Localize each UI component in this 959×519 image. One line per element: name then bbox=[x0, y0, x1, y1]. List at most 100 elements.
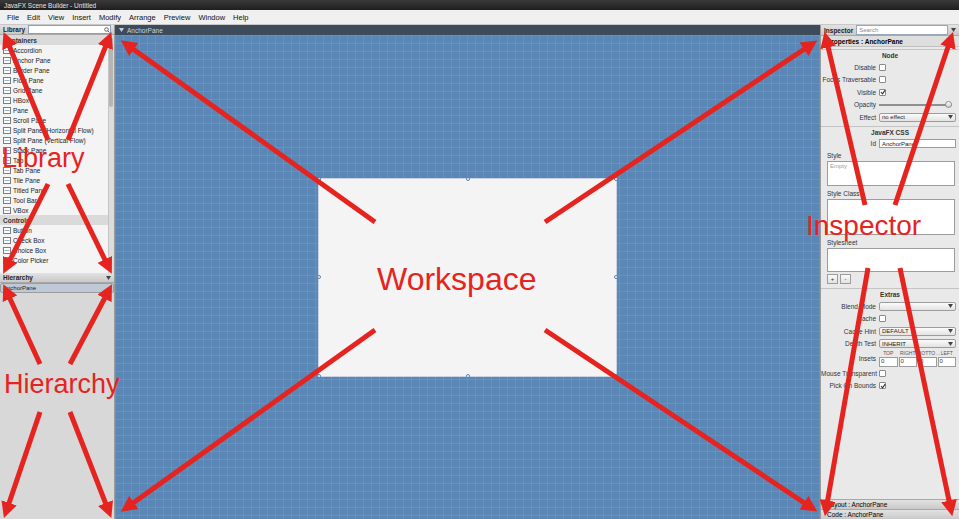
menu-item[interactable]: Arrange bbox=[125, 13, 160, 22]
spacer bbox=[821, 392, 959, 499]
anchor-pane[interactable] bbox=[318, 178, 617, 377]
library-item[interactable]: VBox bbox=[0, 205, 108, 215]
library-item[interactable]: Color Picker bbox=[0, 255, 108, 265]
library-item-label: Anchor Pane bbox=[13, 57, 51, 64]
resize-handle[interactable] bbox=[466, 374, 470, 378]
resize-handle[interactable] bbox=[614, 374, 618, 378]
dropdown[interactable]: INHERIT bbox=[879, 339, 956, 348]
resize-handle[interactable] bbox=[614, 275, 618, 279]
library-item-label: Containers bbox=[3, 37, 37, 44]
list-row: Style Class bbox=[821, 188, 959, 237]
menu-item[interactable]: Window bbox=[194, 13, 229, 22]
window-title: JavaFX Scene Builder - Untitled bbox=[4, 2, 96, 9]
checkbox[interactable] bbox=[879, 89, 886, 96]
library-scrollbar[interactable] bbox=[108, 35, 114, 273]
dropdown[interactable] bbox=[879, 302, 956, 311]
annotation-label: Library bbox=[2, 145, 85, 172]
menu-item[interactable]: File bbox=[3, 13, 23, 22]
slider-track[interactable] bbox=[879, 104, 952, 106]
library-item[interactable]: Scroll Pane bbox=[0, 115, 108, 125]
hierarchy-item[interactable]: AnchorPane bbox=[0, 283, 114, 293]
component-icon bbox=[3, 157, 11, 164]
slider-thumb[interactable] bbox=[945, 101, 952, 108]
library-item[interactable]: Tab Pane bbox=[0, 165, 108, 175]
library-item[interactable]: Pane bbox=[0, 105, 108, 115]
library-item-label: VBox bbox=[13, 207, 29, 214]
resize-handle[interactable] bbox=[466, 177, 470, 181]
menu-item[interactable]: Edit bbox=[23, 13, 44, 22]
library-item[interactable]: Titled Pane bbox=[0, 185, 108, 195]
style-textarea[interactable]: Empty bbox=[827, 161, 955, 186]
menu-item[interactable]: View bbox=[44, 13, 68, 22]
library-item[interactable]: Button bbox=[0, 225, 108, 235]
library-search[interactable] bbox=[28, 25, 111, 34]
library-item[interactable]: Tab bbox=[0, 155, 108, 165]
library-item[interactable]: Tile Pane bbox=[0, 175, 108, 185]
inset-field[interactable]: 0 bbox=[938, 357, 957, 367]
library-item[interactable]: HBox bbox=[0, 95, 108, 105]
component-icon bbox=[3, 117, 11, 124]
dropdown[interactable]: DEFAULT bbox=[879, 327, 956, 336]
checkbox[interactable] bbox=[879, 315, 886, 322]
library-item[interactable]: Split Pane (Vertical Flow) bbox=[0, 135, 108, 145]
library-item[interactable]: Flow Pane bbox=[0, 75, 108, 85]
library-panel: Library ContainersAccordion Anchor PaneBor… bbox=[0, 25, 114, 273]
checkbox[interactable] bbox=[879, 382, 886, 389]
menu-item[interactable]: Help bbox=[229, 13, 252, 22]
menu-item[interactable]: Preview bbox=[160, 13, 195, 22]
hierarchy-header: Hierarchy bbox=[0, 273, 114, 283]
inset-header: RIGHT bbox=[899, 350, 918, 356]
workspace: AnchorPane bbox=[115, 25, 820, 519]
checkbox[interactable] bbox=[879, 76, 886, 83]
list-row: Stylesheet+- bbox=[821, 237, 959, 286]
text-row: IdAnchorPane bbox=[821, 138, 959, 151]
menu-bar: FileEditViewInsertModifyArrangePreviewWi… bbox=[0, 10, 959, 25]
inset-field[interactable]: 0 bbox=[918, 357, 937, 367]
resize-handle[interactable] bbox=[317, 177, 321, 181]
resize-handle[interactable] bbox=[614, 177, 618, 181]
library-item[interactable]: Stack Pane bbox=[0, 145, 108, 155]
checkbox-row: Cache bbox=[821, 313, 959, 326]
list-box[interactable] bbox=[827, 248, 955, 272]
field-label: Pick On Bounds bbox=[821, 382, 879, 389]
field-label: Visible bbox=[821, 89, 879, 96]
field-label: Depth Test bbox=[821, 340, 879, 347]
checkbox[interactable] bbox=[879, 64, 886, 71]
insets-fields: TOP0RIGHT0BOTTO…0LEFT0 bbox=[879, 350, 956, 367]
menu-item[interactable]: Modify bbox=[95, 13, 125, 22]
field-label: Opacity bbox=[821, 101, 879, 108]
footer-section[interactable]: Layout : AnchorPane bbox=[821, 499, 959, 509]
footer-section[interactable]: Code : AnchorPane bbox=[821, 509, 959, 519]
inspector-search[interactable] bbox=[856, 25, 948, 35]
section-title: JavaFX CSS bbox=[821, 126, 959, 138]
library-item[interactable]: Choice Box bbox=[0, 245, 108, 255]
menu-item[interactable]: Insert bbox=[68, 13, 95, 22]
library-item[interactable]: Check Box bbox=[0, 235, 108, 245]
library-item[interactable]: Border Pane bbox=[0, 65, 108, 75]
field-label: Blend Mode bbox=[821, 303, 879, 310]
library-item[interactable]: Accordion bbox=[0, 45, 108, 55]
scroll-thumb[interactable] bbox=[109, 37, 113, 107]
resize-handle[interactable] bbox=[317, 374, 321, 378]
library-item[interactable]: Split Pane (Horizontal Flow) bbox=[0, 125, 108, 135]
inset-field[interactable]: 0 bbox=[899, 357, 918, 367]
resize-handle[interactable] bbox=[317, 275, 321, 279]
dropdown[interactable]: no effect bbox=[879, 113, 956, 122]
component-icon bbox=[3, 87, 11, 94]
library-item[interactable]: Tool Bar bbox=[0, 195, 108, 205]
text-field[interactable]: AnchorPane bbox=[879, 139, 956, 148]
inspector-title: Inspector bbox=[824, 27, 853, 34]
inset-field[interactable]: 0 bbox=[879, 357, 898, 367]
library-section: Controls bbox=[0, 215, 108, 225]
list-box[interactable] bbox=[827, 199, 955, 235]
list-button[interactable]: - bbox=[840, 274, 851, 284]
field-label: Cache bbox=[821, 315, 879, 322]
library-item-label: Grid Pane bbox=[13, 87, 42, 94]
library-item-label: Check Box bbox=[13, 237, 44, 244]
annotation-label: Hierarchy bbox=[4, 371, 120, 398]
checkbox[interactable] bbox=[879, 370, 886, 377]
library-item[interactable]: Grid Pane bbox=[0, 85, 108, 95]
library-item[interactable]: Anchor Pane bbox=[0, 55, 108, 65]
component-icon bbox=[3, 57, 11, 64]
list-button[interactable]: + bbox=[827, 274, 838, 284]
